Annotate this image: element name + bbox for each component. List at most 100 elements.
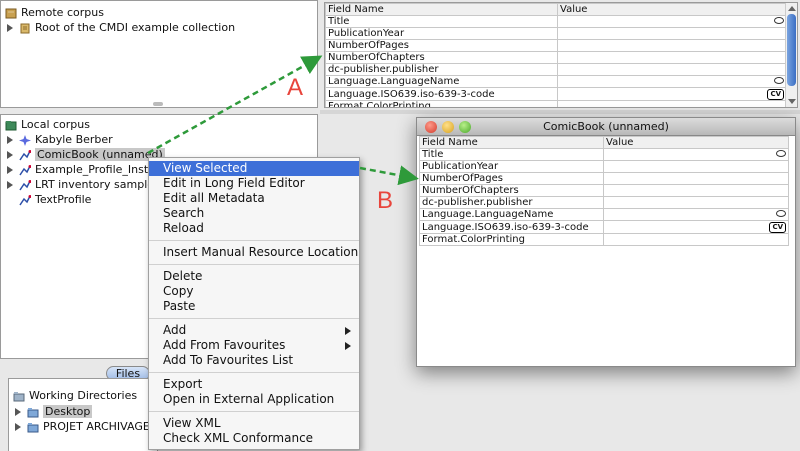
field-name-cell: Language.ISO639.iso-639-3-code	[325, 87, 558, 101]
value-cell[interactable]	[603, 233, 789, 246]
tree-item-comicbook[interactable]: ComicBook (unnamed)	[7, 147, 165, 162]
scroll-up-icon[interactable]	[788, 6, 796, 11]
value-cell[interactable]	[603, 208, 789, 221]
expand-triangle-icon[interactable]	[7, 136, 13, 144]
tree-item-kabyle-berber[interactable]: Kabyle Berber	[7, 132, 113, 147]
menu-item-label: Add From Favourites	[163, 338, 286, 352]
table-row[interactable]: NumberOfChapters	[325, 51, 787, 64]
expand-triangle-icon[interactable]	[15, 408, 21, 416]
tree-item-desktop[interactable]: Desktop	[15, 404, 93, 419]
table-row[interactable]: PublicationYear	[325, 27, 787, 40]
table-row[interactable]: Format.ColorPrinting	[325, 100, 787, 107]
tree-item-lrt-inventory[interactable]: LRT inventory sample	[7, 177, 154, 192]
table-row[interactable]: NumberOfPages	[325, 39, 787, 52]
working-directories-header[interactable]: Working Directories	[13, 388, 137, 403]
menu-item-view-xml[interactable]: View XML	[149, 416, 359, 431]
language-bubble-icon[interactable]	[776, 150, 786, 157]
horizontal-splitter[interactable]	[320, 110, 800, 114]
value-cell[interactable]: CV	[603, 220, 789, 234]
splitter-grip[interactable]	[153, 102, 163, 106]
language-bubble-icon[interactable]	[776, 210, 786, 217]
expand-triangle-icon[interactable]	[7, 24, 13, 32]
star-node-icon	[19, 134, 31, 146]
scroll-thumb[interactable]	[787, 14, 796, 86]
table-row[interactable]: NumberOfPages	[419, 172, 789, 185]
menu-item-delete[interactable]: Delete	[149, 269, 359, 284]
table-row[interactable]: Format.ColorPrinting	[419, 233, 789, 246]
vertical-scrollbar[interactable]	[785, 3, 797, 107]
tree-item-label: Desktop	[43, 405, 93, 418]
menu-item-add-from-favourites[interactable]: Add From Favourites	[149, 338, 359, 353]
value-cell[interactable]	[603, 160, 789, 173]
menu-item-add-to-favourites-list[interactable]: Add To Favourites List	[149, 353, 359, 368]
value-cell[interactable]	[557, 39, 787, 52]
controlled-vocabulary-icon[interactable]: CV	[767, 89, 784, 100]
tree-item-textprofile[interactable]: TextProfile	[19, 192, 91, 207]
table-row[interactable]: Language.LanguageName	[325, 75, 787, 88]
value-cell[interactable]	[603, 196, 789, 209]
value-cell[interactable]	[557, 100, 787, 107]
column-header-value[interactable]: Value	[603, 136, 789, 149]
menu-item-search[interactable]: Search	[149, 206, 359, 221]
tree-item-example-profile[interactable]: Example_Profile_Insta	[7, 162, 155, 177]
table-row[interactable]: Language.LanguageName	[419, 208, 789, 221]
window-titlebar[interactable]: ComicBook (unnamed)	[417, 118, 795, 136]
table-row[interactable]: Title	[419, 148, 789, 161]
menu-item-view-selected[interactable]: View Selected	[149, 161, 359, 176]
column-header-field-name[interactable]: Field Name	[419, 136, 604, 149]
expand-triangle-icon[interactable]	[7, 151, 13, 159]
menu-item-open-in-external-application[interactable]: Open in External Application	[149, 392, 359, 407]
menu-item-label: Edit all Metadata	[163, 191, 265, 205]
menu-item-check-xml-conformance[interactable]: Check XML Conformance	[149, 431, 359, 446]
language-bubble-icon[interactable]	[774, 77, 784, 84]
value-cell[interactable]	[557, 15, 787, 28]
expand-triangle-icon[interactable]	[15, 423, 21, 431]
menu-item-edit-all-metadata[interactable]: Edit all Metadata	[149, 191, 359, 206]
tree-item-label: Root of the CMDI example collection	[35, 21, 236, 34]
local-corpus-header[interactable]: Local corpus	[5, 117, 90, 132]
field-name-cell: NumberOfChapters	[419, 184, 604, 197]
tree-item-root-cmdi[interactable]: Root of the CMDI example collection	[7, 20, 235, 35]
table-row[interactable]: Language.ISO639.iso-639-3-code CV	[325, 87, 787, 101]
menu-item-insert-manual-resource-location[interactable]: Insert Manual Resource Location	[149, 245, 359, 260]
comicbook-window: ComicBook (unnamed) Field Name Value Tit…	[416, 117, 796, 367]
table-row[interactable]: dc-publisher.publisher	[419, 196, 789, 209]
menu-item-reload[interactable]: Reload	[149, 221, 359, 236]
table-row[interactable]: NumberOfChapters	[419, 184, 789, 197]
value-cell[interactable]	[603, 172, 789, 185]
controlled-vocabulary-icon[interactable]: CV	[769, 222, 786, 233]
value-cell[interactable]	[557, 63, 787, 76]
local-corpus-title: Local corpus	[21, 118, 90, 131]
table-row[interactable]: dc-publisher.publisher	[325, 63, 787, 76]
table-row[interactable]: PublicationYear	[419, 160, 789, 173]
value-cell[interactable]	[557, 51, 787, 64]
local-corpus-icon	[5, 120, 17, 131]
expand-triangle-icon[interactable]	[7, 181, 13, 189]
scroll-down-icon[interactable]	[788, 99, 796, 104]
tree-item-projet-archivages[interactable]: PROJET ARCHIVAGES I	[15, 419, 164, 434]
table-row[interactable]: Title	[325, 15, 787, 28]
menu-item-add[interactable]: Add	[149, 323, 359, 338]
field-name-cell: Language.LanguageName	[325, 75, 558, 88]
folder-icon	[27, 422, 39, 433]
column-header-field-name[interactable]: Field Name	[325, 3, 558, 16]
expand-triangle-icon[interactable]	[7, 166, 13, 174]
value-cell[interactable]	[603, 148, 789, 161]
menu-separator	[149, 240, 359, 241]
value-cell[interactable]	[603, 184, 789, 197]
menu-item-paste[interactable]: Paste	[149, 299, 359, 314]
table-row[interactable]: Language.ISO639.iso-639-3-code CV	[419, 220, 789, 234]
field-name-cell: Title	[419, 148, 604, 161]
value-cell[interactable]	[557, 75, 787, 88]
field-name-cell: Language.LanguageName	[419, 208, 604, 221]
value-cell[interactable]	[557, 27, 787, 40]
language-bubble-icon[interactable]	[774, 17, 784, 24]
menu-separator	[149, 318, 359, 319]
menu-item-export[interactable]: Export	[149, 377, 359, 392]
menu-item-copy[interactable]: Copy	[149, 284, 359, 299]
value-cell[interactable]: CV	[557, 87, 787, 101]
menu-item-edit-in-long-field-editor[interactable]: Edit in Long Field Editor	[149, 176, 359, 191]
working-directories-title: Working Directories	[29, 389, 138, 402]
remote-corpus-header[interactable]: Remote corpus	[5, 5, 104, 20]
column-header-value[interactable]: Value	[557, 3, 787, 16]
